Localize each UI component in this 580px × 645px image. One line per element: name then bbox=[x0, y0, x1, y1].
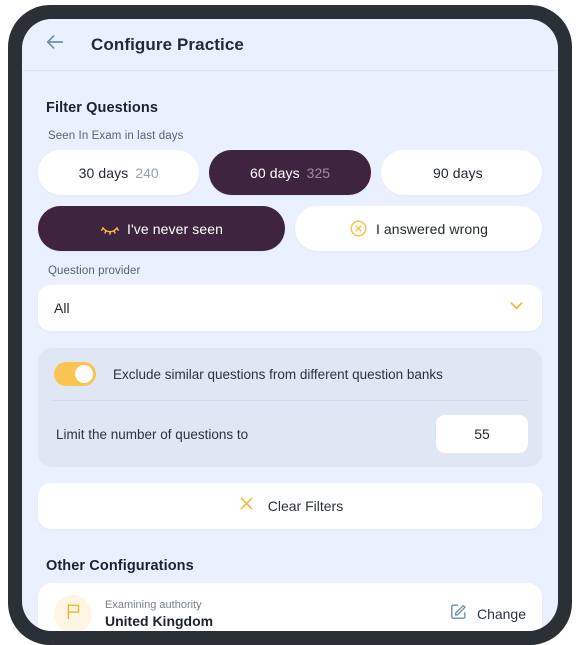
flag-icon-badge bbox=[54, 595, 92, 631]
examining-authority-texts: Examining authority United Kingdom bbox=[105, 599, 449, 629]
exclude-similar-toggle[interactable] bbox=[54, 362, 96, 386]
chip-never-seen[interactable]: I've never seen bbox=[38, 206, 285, 251]
chip-answered-wrong[interactable]: I answered wrong bbox=[295, 206, 542, 251]
exclude-similar-row: Exclude similar questions from different… bbox=[52, 348, 528, 400]
flag-icon bbox=[64, 602, 83, 626]
days-chip-row: 30 days 240 60 days 325 90 days bbox=[38, 150, 542, 195]
examining-authority-caption: Examining authority bbox=[105, 599, 202, 611]
chip-30-days-count: 240 bbox=[135, 164, 159, 181]
status-chip-row: I've never seen I answered wrong bbox=[38, 206, 542, 251]
toggle-knob bbox=[75, 365, 93, 383]
phone-screen: Configure Practice Filter Questions Seen… bbox=[22, 19, 558, 631]
device-frame: Configure Practice Filter Questions Seen… bbox=[8, 5, 572, 645]
chip-60-days[interactable]: 60 days 325 bbox=[209, 150, 371, 195]
chip-answered-wrong-label: I answered wrong bbox=[375, 220, 489, 237]
seen-in-exam-label: Seen In Exam in last days bbox=[48, 130, 184, 142]
eye-closed-icon bbox=[100, 219, 120, 239]
chevron-down-icon bbox=[507, 296, 526, 320]
back-button[interactable] bbox=[40, 30, 70, 60]
chip-30-days[interactable]: 30 days 240 bbox=[38, 150, 200, 195]
question-provider-value: All bbox=[54, 300, 70, 316]
filter-questions-heading: Filter Questions bbox=[46, 100, 158, 116]
options-panel: Exclude similar questions from different… bbox=[38, 348, 542, 467]
page-title: Configure Practice bbox=[91, 34, 244, 54]
clear-filters-button[interactable]: Clear Filters bbox=[38, 483, 542, 529]
examining-authority-value: United Kingdom bbox=[105, 613, 214, 629]
chip-90-days-label: 90 days bbox=[432, 164, 483, 181]
question-provider-label: Question provider bbox=[48, 265, 141, 277]
chip-60-days-count: 325 bbox=[306, 164, 331, 181]
close-x-icon bbox=[237, 494, 256, 518]
arrow-left-icon bbox=[44, 31, 66, 58]
exclude-similar-label: Exclude similar questions from different… bbox=[113, 366, 443, 382]
limit-questions-input[interactable]: 55 bbox=[436, 415, 528, 453]
chip-never-seen-label: I've never seen bbox=[126, 220, 223, 237]
change-authority-button[interactable]: Change bbox=[449, 602, 526, 626]
question-provider-select[interactable]: All bbox=[38, 285, 542, 331]
limit-questions-row: Limit the number of questions to 55 bbox=[52, 400, 528, 467]
chip-90-days[interactable]: 90 days bbox=[380, 150, 542, 195]
chip-30-days-label: 30 days bbox=[78, 164, 129, 181]
clear-filters-label: Clear Filters bbox=[267, 498, 344, 514]
chip-60-days-label: 60 days bbox=[249, 164, 300, 181]
content-area: Filter Questions Seen In Exam in last da… bbox=[22, 100, 558, 631]
edit-square-icon bbox=[449, 602, 468, 626]
examining-authority-card[interactable]: Examining authority United Kingdom Chang… bbox=[38, 583, 542, 631]
limit-questions-label: Limit the number of questions to bbox=[56, 426, 249, 442]
app-bar: Configure Practice bbox=[22, 19, 558, 71]
circle-x-icon bbox=[349, 219, 369, 239]
other-configurations-heading: Other Configurations bbox=[46, 558, 194, 574]
change-authority-label: Change bbox=[476, 606, 526, 622]
